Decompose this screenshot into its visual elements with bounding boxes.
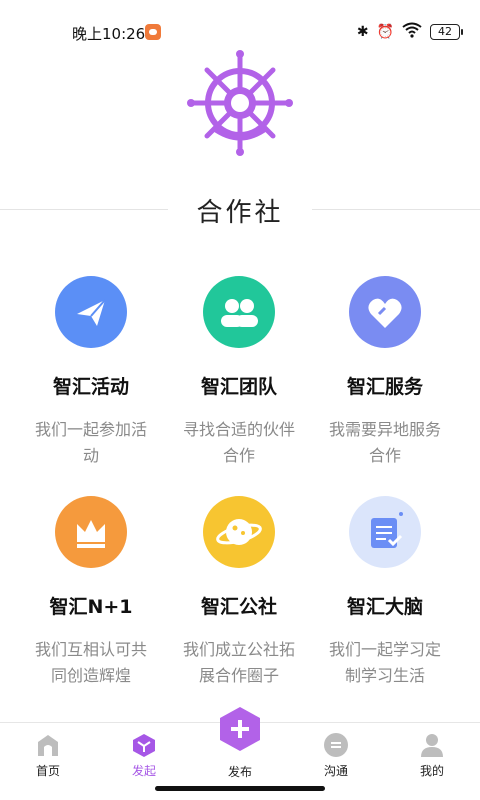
user-icon	[419, 732, 445, 758]
chat-icon	[323, 732, 349, 758]
card-title: 智汇大脑	[346, 596, 423, 618]
home-icon	[35, 732, 61, 758]
tab-mine[interactable]: 我的	[384, 723, 480, 783]
card-brain[interactable]: 智汇大脑 我们一起学习定制学习生活	[312, 496, 458, 689]
bluetooth-icon: ✱	[356, 24, 369, 40]
people-icon	[203, 276, 275, 348]
crown-icon	[55, 496, 127, 568]
card-desc: 我们一起学习定制学习生活	[328, 640, 441, 685]
study-note-icon	[349, 496, 421, 568]
alarm-icon: ⏰	[376, 24, 394, 40]
home-indicator	[155, 786, 325, 791]
heart-icon	[349, 276, 421, 348]
battery-icon: 42	[430, 24, 463, 40]
wifi-icon	[402, 22, 422, 42]
card-desc: 我们互相认可共同创造辉煌	[34, 640, 147, 685]
tab-initiate[interactable]: 发起	[96, 723, 192, 783]
tab-label: 我的	[419, 764, 444, 778]
tab-label: 首页	[35, 764, 60, 778]
page-title: 合作社	[196, 198, 284, 228]
tab-label: 沟通	[323, 764, 348, 778]
card-title: 智汇团队	[200, 376, 277, 398]
card-desc: 寻找合适的伙伴合作	[182, 420, 295, 465]
card-title: 智汇公社	[200, 596, 277, 618]
planet-icon	[203, 496, 275, 568]
card-title: 智汇服务	[346, 376, 423, 398]
divider-right	[312, 209, 480, 210]
app-notification-icon	[145, 24, 161, 40]
card-title: 智汇N+1	[49, 596, 133, 618]
tab-label: 发起	[131, 764, 156, 778]
card-title: 智汇活动	[52, 376, 129, 398]
card-n-plus-one[interactable]: 智汇N+1 我们互相认可共同创造辉煌	[18, 496, 164, 689]
status-time: 晚上10:26	[72, 25, 146, 43]
publish-button[interactable]	[218, 705, 262, 753]
paper-plane-icon	[55, 276, 127, 348]
tab-chat[interactable]: 沟通	[288, 723, 384, 783]
tab-home[interactable]: 首页	[0, 723, 96, 783]
card-desc: 我需要异地服务合作	[328, 420, 441, 465]
card-service[interactable]: 智汇服务 我需要异地服务合作	[312, 276, 458, 469]
card-activity[interactable]: 智汇活动 我们一起参加活动	[18, 276, 164, 469]
cube-icon	[131, 732, 157, 758]
ship-wheel-logo	[183, 48, 297, 156]
section-header: 合作社	[0, 190, 480, 230]
card-commune[interactable]: 智汇公社 我们成立公社拓展合作圈子	[166, 496, 312, 689]
card-team[interactable]: 智汇团队 寻找合适的伙伴合作	[166, 276, 312, 469]
publish-label: 发布	[227, 765, 252, 779]
card-desc: 我们成立公社拓展合作圈子	[182, 640, 295, 685]
status-icons: ✱ ⏰ 42	[356, 22, 463, 42]
card-desc: 我们一起参加活动	[34, 420, 147, 465]
